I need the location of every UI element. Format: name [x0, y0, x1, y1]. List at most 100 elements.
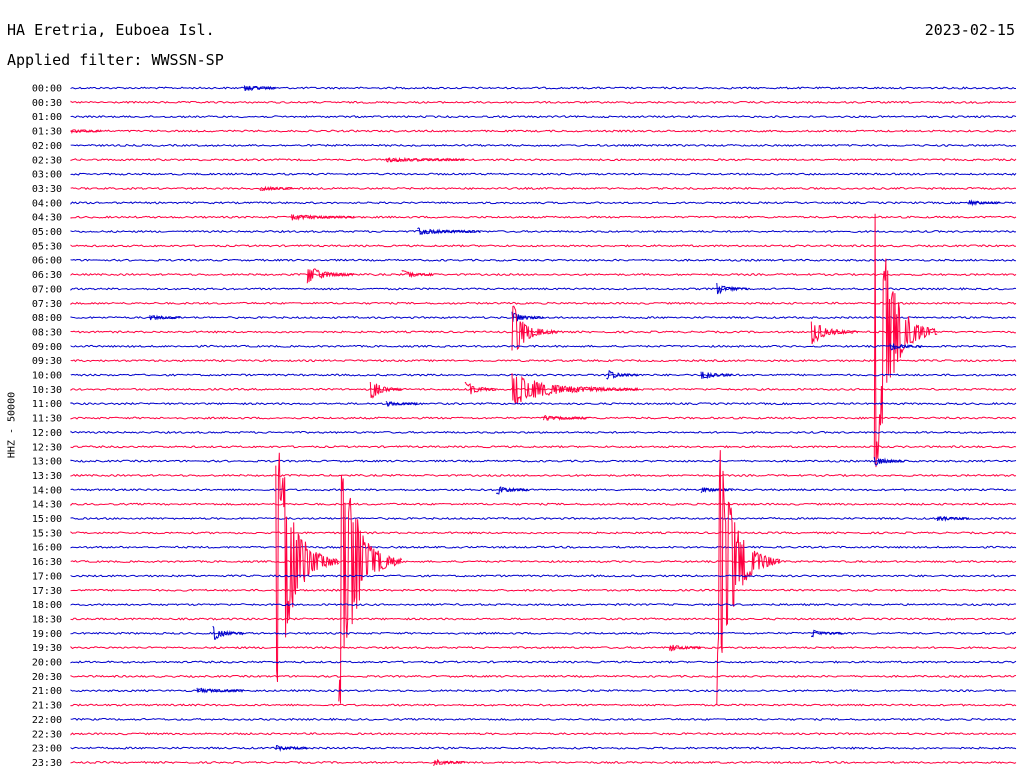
time-label: 21:00	[32, 686, 62, 697]
trace-line	[70, 660, 1017, 664]
trace-line	[70, 617, 1017, 621]
trace-line	[70, 732, 1017, 736]
time-label: 18:30	[32, 614, 62, 625]
trace-line	[70, 574, 1017, 578]
time-label: 12:30	[32, 442, 62, 453]
trace-line	[70, 129, 1017, 133]
time-label: 07:00	[32, 284, 62, 295]
trace-line	[70, 215, 1017, 219]
trace-line	[70, 516, 1017, 521]
time-label: 23:00	[32, 744, 62, 755]
seismogram-plot: 00:00 00:30 01:00 01:30 02:00 02:30 03:00 03:30…	[32, 84, 1017, 769]
trace-line	[70, 717, 1017, 722]
trace-line	[70, 244, 1017, 248]
time-label: 10:00	[32, 371, 62, 382]
time-label: 04:30	[32, 213, 62, 224]
trace-line	[70, 674, 1017, 678]
event-waveform	[196, 687, 244, 694]
time-label: 06:00	[32, 256, 62, 267]
trace-line	[70, 172, 1017, 176]
event-waveform	[149, 314, 181, 321]
trace-line	[70, 603, 1017, 607]
time-label: 16:30	[32, 557, 62, 568]
trace-line	[70, 588, 1017, 592]
event-waveform	[495, 486, 529, 495]
trace-line	[70, 488, 1017, 492]
trace-line	[70, 158, 1017, 162]
time-label: 01:30	[32, 127, 62, 138]
time-label: 04:00	[32, 198, 62, 209]
event-waveform	[306, 268, 355, 284]
trace-line	[70, 545, 1017, 549]
event-waveform	[338, 474, 403, 704]
time-label: 23:30	[32, 758, 62, 769]
trace-line	[70, 631, 1017, 635]
time-label: 09:30	[32, 356, 62, 367]
time-label: 22:30	[32, 729, 62, 740]
trace-line	[70, 115, 1017, 119]
time-label: 08:30	[32, 327, 62, 338]
time-label: 05:00	[32, 227, 62, 238]
trace-line	[70, 502, 1017, 507]
time-label: 15:00	[32, 514, 62, 525]
event-waveform	[968, 199, 1001, 207]
trace-line	[70, 301, 1017, 306]
time-label-group: 00:00 00:30 01:00 01:30 02:00 02:30 03:00 03:30…	[32, 84, 62, 769]
event-waveform	[369, 381, 403, 399]
time-label: 14:00	[32, 485, 62, 496]
time-label: 07:30	[32, 299, 62, 310]
time-label: 13:30	[32, 471, 62, 482]
time-label: 00:00	[32, 84, 62, 95]
time-label: 11:30	[32, 414, 62, 425]
trace-line	[70, 100, 1017, 104]
helicorder-chart: HA Eretria, Euboea Isl. Applied filter: …	[0, 0, 1024, 780]
time-label: 17:00	[32, 571, 62, 582]
trace-line	[70, 473, 1017, 477]
time-label: 19:00	[32, 629, 62, 640]
trace-line	[70, 703, 1017, 707]
trace-line	[70, 645, 1017, 650]
trace-line	[70, 746, 1017, 750]
trace-line	[70, 258, 1017, 262]
time-label: 17:30	[32, 586, 62, 597]
trace-line	[70, 272, 1017, 277]
time-label: 14:30	[32, 500, 62, 511]
time-label: 02:00	[32, 141, 62, 152]
time-label: 19:30	[32, 643, 62, 654]
event-waveform	[700, 487, 733, 494]
trace-line	[70, 143, 1017, 147]
time-label: 09:00	[32, 342, 62, 353]
time-label: 13:00	[32, 457, 62, 468]
time-label: 18:00	[32, 600, 62, 611]
trace-line	[70, 531, 1017, 535]
time-label: 03:30	[32, 184, 62, 195]
time-label: 20:00	[32, 658, 62, 669]
time-label: 06:30	[32, 270, 62, 281]
trace-line	[70, 186, 1017, 191]
event-waveform	[511, 305, 559, 351]
time-label: 15:30	[32, 528, 62, 539]
time-label: 01:00	[32, 112, 62, 123]
trace-line	[70, 229, 1017, 234]
trace-line	[70, 86, 1017, 90]
time-label: 05:30	[32, 241, 62, 252]
time-label: 21:30	[32, 701, 62, 712]
time-label: 03:00	[32, 170, 62, 181]
time-label: 02:30	[32, 155, 62, 166]
time-label: 12:00	[32, 428, 62, 439]
trace-group	[70, 85, 1017, 767]
event-waveform	[810, 321, 859, 345]
event-waveform	[873, 213, 938, 468]
event-waveform	[464, 381, 497, 395]
trace-line	[70, 559, 1017, 564]
time-label: 11:00	[32, 399, 62, 410]
time-label: 08:00	[32, 313, 62, 324]
trace-line	[70, 287, 1017, 291]
time-label: 16:00	[32, 543, 62, 554]
trace-line	[70, 760, 1017, 765]
event-waveform	[243, 85, 276, 92]
time-label: 22:00	[32, 715, 62, 726]
trace-line	[70, 201, 1017, 205]
event-waveform	[716, 282, 749, 295]
time-label: 10:30	[32, 385, 62, 396]
